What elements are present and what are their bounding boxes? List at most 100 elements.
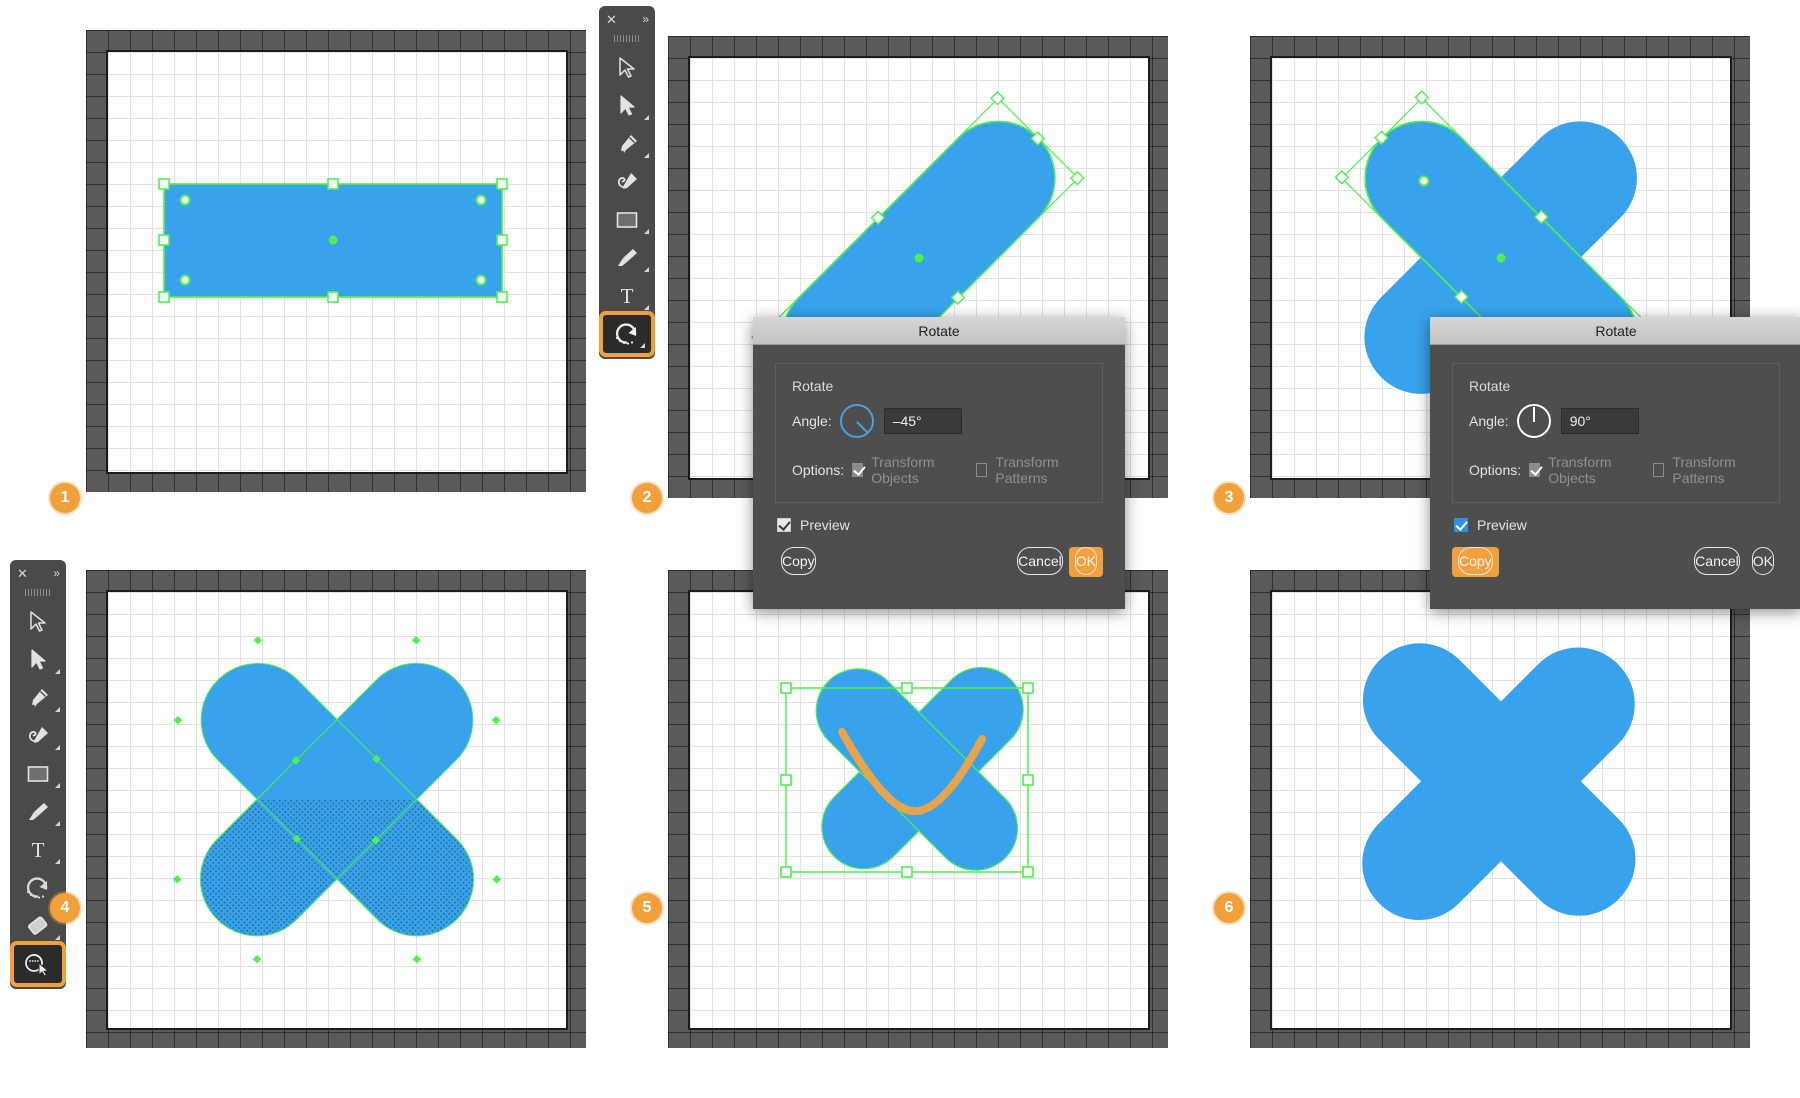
chevron-double-right-icon[interactable]: »	[53, 567, 60, 579]
tool-selection[interactable]	[599, 49, 655, 87]
step-badge-1: 1	[50, 483, 80, 513]
preview-row: Preview	[1452, 503, 1780, 537]
angle-input[interactable]: –45°	[883, 408, 962, 434]
tool-direct-selection[interactable]	[599, 87, 655, 125]
canvas-step-5	[668, 570, 1168, 1048]
tool-paintbrush[interactable]	[10, 793, 66, 831]
dialog-title: Rotate	[1595, 322, 1637, 339]
rotate-dialog-step3[interactable]: Rotate Rotate Angle: 90° Options: Transf…	[1430, 317, 1800, 609]
tool-curvature[interactable]	[10, 717, 66, 755]
flyout-indicator-icon	[55, 707, 60, 712]
flyout-indicator-icon	[55, 821, 60, 826]
dialog-title-bar: Rotate	[1430, 317, 1800, 345]
transform-patterns-checkbox[interactable]	[976, 463, 988, 477]
flyout-indicator-icon	[55, 745, 60, 750]
panel-step-6: 6	[1214, 570, 1750, 1048]
transform-patterns-label: Transform Patterns	[1672, 454, 1736, 486]
angle-input[interactable]: 90°	[1560, 408, 1639, 434]
svg-text:T: T	[621, 285, 634, 307]
canvas-step-6	[1250, 570, 1750, 1048]
tool-pen[interactable]	[10, 679, 66, 717]
artwork-step-6[interactable]	[1272, 592, 1730, 1028]
angle-dial-needle	[1532, 407, 1535, 422]
curvature-pen-icon	[617, 173, 637, 189]
tool-selection[interactable]	[10, 603, 66, 641]
artwork-step-4[interactable]	[108, 592, 566, 1028]
step-number: 3	[1224, 489, 1234, 506]
paintbrush-icon	[618, 249, 637, 266]
paintbrush-icon	[29, 803, 48, 820]
cancel-button-wrap: Cancel	[1688, 547, 1746, 577]
panel-step-4: 4	[50, 570, 586, 1048]
dialog-body: Rotate Angle: –45° Options: Transform Ob…	[753, 345, 1125, 609]
artboard[interactable]	[106, 590, 568, 1030]
tool-curvature[interactable]	[599, 163, 655, 201]
artboard[interactable]	[106, 50, 568, 474]
angle-dial[interactable]	[839, 404, 874, 438]
chevron-double-right-icon[interactable]: »	[642, 13, 649, 25]
toolbar-top[interactable]: ✕ » T	[599, 6, 655, 359]
close-icon[interactable]: ✕	[606, 13, 617, 26]
tool-rotate[interactable]	[599, 311, 655, 357]
options-label: Options:	[792, 462, 845, 478]
tool-rectangle[interactable]	[599, 201, 655, 239]
flyout-indicator-icon	[644, 153, 649, 158]
tool-shape-builder[interactable]	[10, 941, 66, 987]
tool-paintbrush[interactable]	[599, 239, 655, 277]
transform-objects-checkbox[interactable]	[1529, 463, 1541, 477]
rotate-fieldset: Rotate Angle: –45° Options: Transform Ob…	[775, 363, 1103, 503]
step-number: 6	[1224, 899, 1234, 916]
pen-icon	[32, 689, 48, 707]
ok-button-wrap: OK	[1068, 547, 1103, 577]
tool-type[interactable]: T	[10, 831, 66, 869]
tool-type[interactable]: T	[599, 277, 655, 315]
flyout-indicator-icon	[644, 305, 649, 310]
rotate-dialog-step2[interactable]: Rotate Rotate Angle: –45° Options: Trans…	[753, 317, 1125, 609]
transform-patterns-label: Transform Patterns	[995, 454, 1059, 486]
preview-label: Preview	[1477, 517, 1527, 533]
angle-dial-needle	[855, 421, 869, 434]
preview-checkbox[interactable]	[777, 518, 791, 532]
tool-pen[interactable]	[599, 125, 655, 163]
artwork-step-5[interactable]	[690, 592, 1148, 1028]
copy-button[interactable]: Copy	[781, 547, 816, 575]
transform-objects-checkbox[interactable]	[852, 463, 864, 477]
cancel-button[interactable]: Cancel	[1017, 547, 1063, 575]
flyout-indicator-icon	[55, 783, 60, 788]
selection-arrow-icon	[619, 57, 635, 78]
preview-checkbox[interactable]	[1454, 518, 1468, 532]
tool-direct-selection[interactable]	[10, 641, 66, 679]
fieldset-legend: Rotate	[1469, 378, 1519, 394]
close-icon[interactable]: ✕	[17, 567, 28, 580]
panel-step-1: 1	[50, 30, 586, 513]
drag-grip[interactable]	[599, 32, 655, 45]
angle-row: Angle: 90°	[1469, 404, 1763, 438]
transform-patterns-checkbox[interactable]	[1653, 463, 1665, 477]
artboard[interactable]	[688, 590, 1150, 1030]
toolbar-bottom[interactable]: ✕ » T	[10, 560, 66, 989]
ok-button[interactable]: OK	[1751, 547, 1774, 575]
curvature-pen-icon	[28, 727, 48, 743]
ok-button[interactable]: OK	[1074, 547, 1097, 575]
artboard[interactable]	[1270, 590, 1732, 1030]
cancel-button[interactable]: Cancel	[1694, 547, 1740, 575]
type-icon: T	[621, 285, 634, 307]
tool-rectangle[interactable]	[10, 755, 66, 793]
preview-label: Preview	[800, 517, 850, 533]
angle-label: Angle:	[1469, 413, 1509, 429]
drag-grip[interactable]	[10, 586, 66, 599]
rotate-icon	[26, 877, 48, 899]
artwork-step-1[interactable]	[108, 52, 566, 472]
angle-row: Angle: –45°	[792, 404, 1086, 438]
shape-builder-icon	[25, 954, 50, 976]
canvas-step-1	[86, 30, 586, 492]
fieldset-legend: Rotate	[792, 378, 842, 394]
copy-button-wrap: Copy	[1452, 547, 1499, 577]
svg-text:T: T	[32, 839, 45, 861]
rectangle-icon	[616, 212, 638, 228]
angle-dial[interactable]	[1516, 404, 1551, 438]
rotate-icon	[615, 323, 637, 345]
step-number: 1	[60, 489, 70, 506]
copy-button[interactable]: Copy	[1458, 547, 1493, 575]
flyout-indicator-icon	[55, 859, 60, 864]
